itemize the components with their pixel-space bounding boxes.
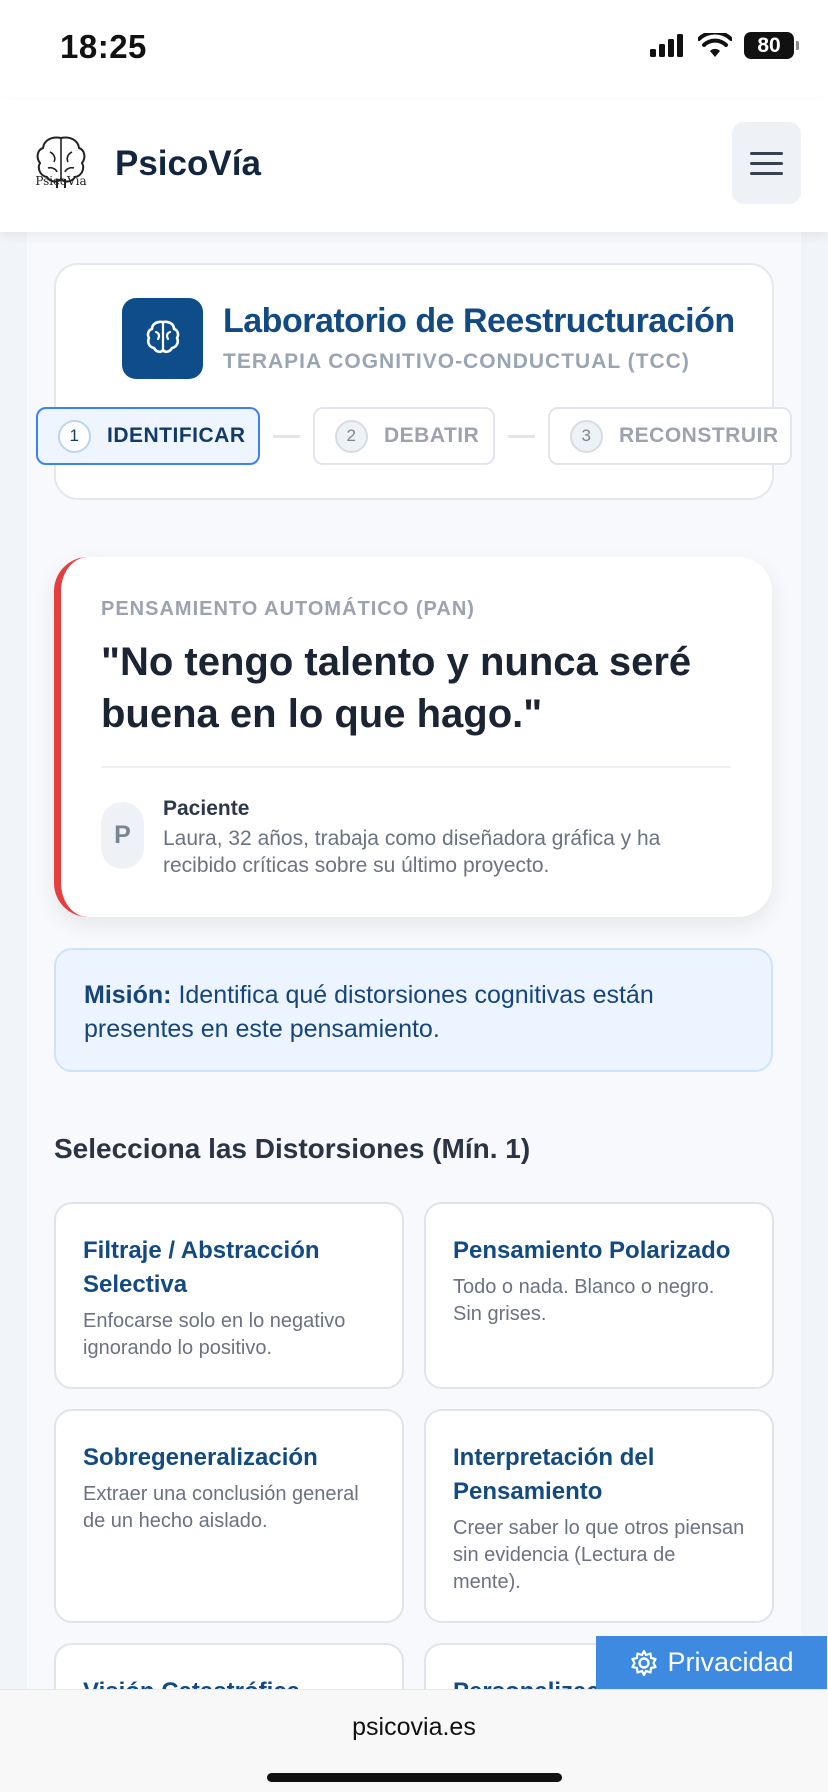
status-time: 18:25 <box>60 28 147 65</box>
distortion-description: Creer saber lo que otros piensan sin evi… <box>453 1517 745 1593</box>
hamburger-icon <box>750 151 783 155</box>
mission-label: Misión: <box>84 981 172 1009</box>
wifi-icon <box>698 32 732 57</box>
distortion-description: Todo o nada. Blanco o negro. Sin grises. <box>453 1276 715 1325</box>
step-number: 1 <box>58 419 91 453</box>
brain-icon <box>146 320 179 353</box>
privacy-button[interactable]: Privacidad <box>596 1636 827 1689</box>
lab-subtitle: TERAPIA COGNITIVO-CONDUCTUAL (TCC) <box>223 350 690 373</box>
step-connector <box>273 435 300 438</box>
home-indicator[interactable] <box>267 1773 562 1782</box>
url-text[interactable]: psicovia.es <box>0 1713 828 1742</box>
patient-title: Paciente <box>163 797 250 820</box>
logo-caption: PsicoVía <box>35 174 87 188</box>
distortion-title: Filtraje / Abstracción Selectiva <box>83 1237 320 1298</box>
patient-description: Laura, 32 años, trabaja como diseñadora … <box>163 827 661 877</box>
step-number: 2 <box>335 419 368 453</box>
distortion-card-filtraje[interactable]: Filtraje / Abstracción Selectiva Enfocar… <box>54 1202 404 1389</box>
step-connector <box>508 435 535 438</box>
divider <box>101 766 731 768</box>
avatar: P <box>101 802 144 869</box>
status-icons: 80 <box>650 32 799 59</box>
distortion-description: Extraer una conclusión general de un hec… <box>83 1483 359 1532</box>
thought-label: PENSAMIENTO AUTOMÁTICO (PAN) <box>101 598 475 620</box>
mission-box: Misión: Identifica qué distorsiones cogn… <box>54 948 773 1072</box>
step-debatir[interactable]: 2 DEBATIR <box>313 407 495 465</box>
step-identificar[interactable]: 1 IDENTIFICAR <box>36 407 260 465</box>
distortion-title: Sobregeneralización <box>83 1444 318 1471</box>
signal-icon <box>650 33 683 57</box>
battery-icon: 80 <box>744 32 799 59</box>
app-header: PsicoVía PsicoVía <box>0 100 828 232</box>
step-number: 3 <box>570 419 603 453</box>
lab-icon <box>122 298 203 379</box>
distortion-card-interpretacion[interactable]: Interpretación del Pensamiento Creer sab… <box>424 1409 774 1623</box>
browser-url-bar[interactable]: psicovia.es <box>0 1689 828 1792</box>
distortion-description: Enfocarse solo en lo negativo ignorando … <box>83 1310 346 1359</box>
distortion-title: Interpretación del Pensamiento <box>453 1444 655 1505</box>
step-label: DEBATIR <box>384 424 480 447</box>
step-label: RECONSTRUIR <box>619 424 779 447</box>
step-reconstruir[interactable]: 3 RECONSTRUIR <box>548 407 792 465</box>
lab-title: Laboratorio de Reestructuración <box>223 302 735 340</box>
status-bar: 18:25 80 <box>0 0 828 100</box>
privacy-label: Privacidad <box>667 1647 794 1677</box>
step-label: IDENTIFICAR <box>107 424 246 447</box>
distortion-title: Pensamiento Polarizado <box>453 1237 731 1264</box>
brand-name[interactable]: PsicoVía <box>115 144 261 184</box>
gear-icon <box>631 1649 658 1676</box>
distortion-card-sobregeneralizacion[interactable]: Sobregeneralización Extraer una conclusi… <box>54 1409 404 1623</box>
menu-button[interactable] <box>732 122 801 204</box>
section-title: Selecciona las Distorsiones (Mín. 1) <box>54 1133 531 1164</box>
thought-quote: "No tengo talento y nunca seré buena en … <box>101 640 692 736</box>
distortion-card-polarizado[interactable]: Pensamiento Polarizado Todo o nada. Blan… <box>424 1202 774 1389</box>
